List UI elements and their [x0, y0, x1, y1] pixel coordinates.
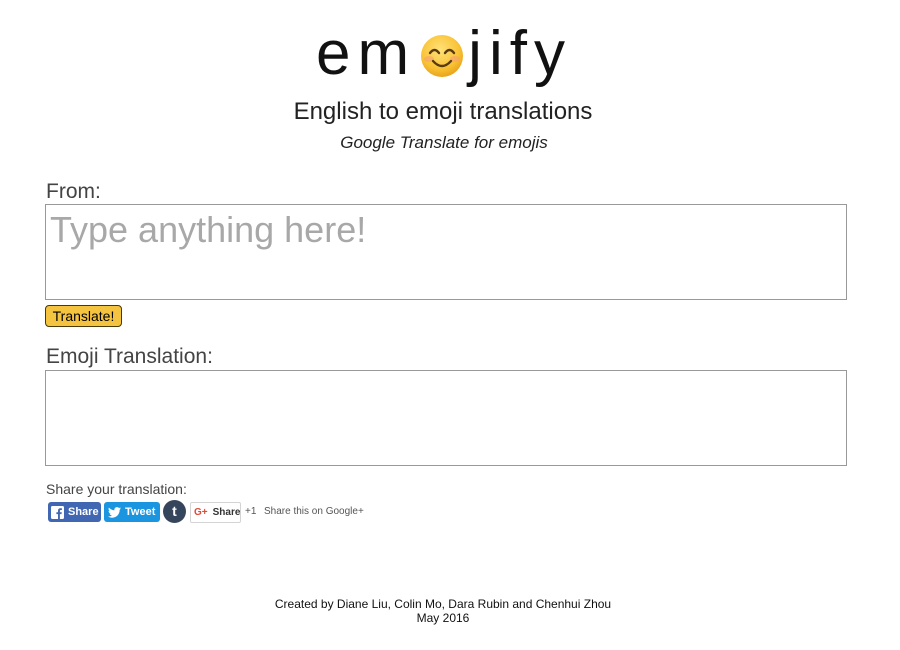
- share-label: Share your translation:: [46, 481, 187, 497]
- footer-date: May 2016: [416, 611, 470, 625]
- logo-text-suffix: jify: [468, 19, 572, 88]
- facebook-icon: [51, 505, 64, 519]
- footer: Created by Diane Liu, Colin Mo, Dara Rub…: [0, 597, 886, 625]
- google-plus-share-button[interactable]: G+ Share: [190, 502, 241, 523]
- smiling-face-icon: [421, 35, 464, 77]
- footer-credits: Created by Diane Liu, Colin Mo, Dara Rub…: [274, 597, 612, 611]
- page-subtitle: Google Translate for emojis: [340, 133, 548, 152]
- emoji-translation-output[interactable]: [45, 370, 847, 466]
- google-plus-share-label: Share: [212, 507, 241, 518]
- plus-one-count: +1: [245, 506, 257, 517]
- from-label: From:: [46, 180, 101, 203]
- twitter-bird-icon: [108, 506, 121, 518]
- tumblr-share-button[interactable]: t: [163, 500, 186, 523]
- emoji-translation-label: Emoji Translation:: [46, 345, 213, 368]
- translate-button[interactable]: Translate!: [45, 305, 122, 327]
- tumblr-icon: t: [172, 503, 177, 519]
- source-text-input[interactable]: [45, 204, 847, 300]
- logo-text-prefix: em: [316, 19, 417, 88]
- page-title: English to emoji translations: [293, 98, 593, 125]
- google-plus-icon: G+: [194, 507, 208, 518]
- twitter-tweet-button[interactable]: Tweet: [104, 502, 160, 522]
- google-plus-share-text: Share this on Google+: [264, 506, 364, 517]
- site-logo: em jify: [0, 14, 888, 94]
- facebook-share-button[interactable]: Share: [48, 502, 101, 522]
- facebook-share-label: Share: [68, 506, 99, 518]
- twitter-tweet-label: Tweet: [125, 506, 156, 518]
